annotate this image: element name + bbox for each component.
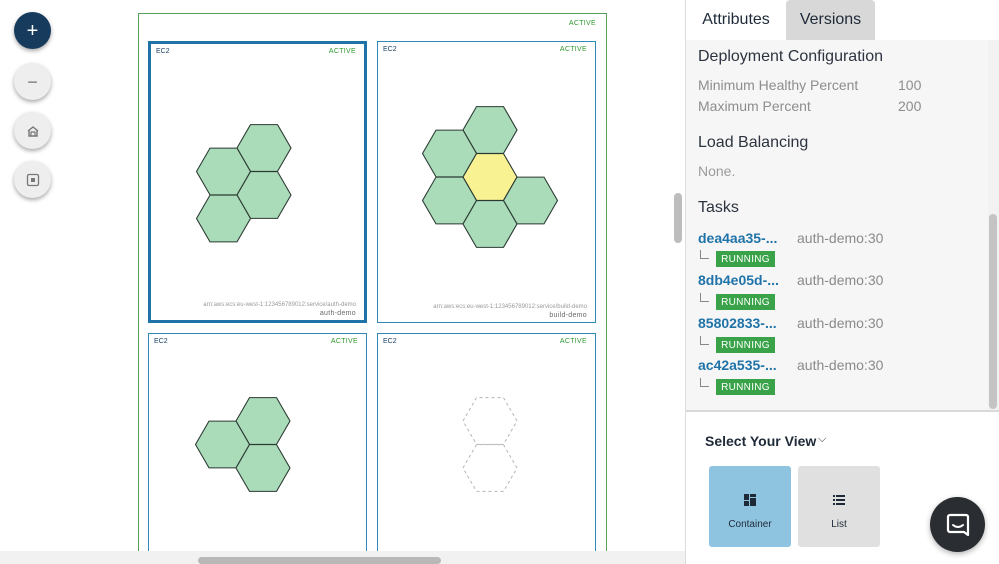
task-definition: auth-demo:30 [797, 357, 884, 373]
horizontal-scroll-thumb[interactable] [198, 557, 441, 564]
service-card-4[interactable]: EC2 ACTIVE [377, 333, 596, 558]
chat-icon [946, 513, 969, 536]
task-definition: auth-demo:30 [797, 315, 884, 331]
task-id-link[interactable]: 85802833-... [698, 315, 777, 331]
recenter-button[interactable] [14, 112, 51, 149]
task-status-badge: RUNNING [716, 294, 775, 310]
service-card-auth-demo[interactable]: EC2 ACTIVE arn:aws:ecs:eu-west-1:1234567… [148, 41, 367, 323]
service-card-3[interactable]: EC2 ACTIVE [148, 333, 367, 558]
task-id-link[interactable]: 8db4e05d-... [698, 272, 779, 288]
max-percent-label: Maximum Percent [698, 98, 811, 114]
service-card-build-demo[interactable]: EC2 ACTIVE arn:aws:ecs:eu-west-1:1234567… [377, 41, 596, 323]
tree-connector [700, 293, 709, 302]
task-status-badge: RUNNING [716, 337, 775, 353]
view-selector-label[interactable]: Select Your View [705, 433, 816, 449]
zoom-in-button[interactable]: + [14, 12, 51, 49]
fit-icon [26, 173, 39, 186]
deployment-config-title: Deployment Configuration [698, 48, 883, 65]
container-view-button[interactable]: Container [709, 466, 791, 547]
details-panel: Attributes Versions Deployment Configura… [686, 0, 999, 564]
task-definition: auth-demo:30 [797, 230, 884, 246]
fit-view-button[interactable] [14, 161, 51, 198]
min-healthy-value: 100 [898, 77, 922, 93]
service-arn: arn:aws:ecs:eu-west-1:123456789012:servi… [433, 304, 587, 310]
minus-icon: − [27, 71, 38, 92]
chevron-down-icon[interactable]: ⌵ [818, 433, 826, 446]
tab-versions[interactable]: Versions [786, 0, 875, 40]
list-view-button[interactable]: List [798, 466, 880, 547]
panel-tabs: Attributes Versions [686, 0, 999, 40]
cluster-status: ACTIVE [568, 20, 596, 27]
tree-connector [700, 378, 709, 387]
load-balancing-title: Load Balancing [698, 134, 809, 151]
zoom-out-button[interactable]: − [14, 63, 51, 100]
task-id-link[interactable]: dea4aa35-... [698, 230, 777, 246]
max-percent-value: 200 [898, 98, 922, 114]
tasks-title: Tasks [698, 199, 739, 216]
vertical-scroll-thumb[interactable] [674, 193, 682, 243]
task-hex-group [194, 397, 291, 492]
tab-attributes[interactable]: Attributes [686, 0, 786, 40]
task-hex-group [195, 124, 292, 243]
chat-launcher-button[interactable] [930, 497, 985, 552]
placeholder-hex [462, 397, 518, 445]
list-view-label: List [831, 519, 847, 530]
task-hex-group [462, 397, 518, 492]
panel-scroll-thumb[interactable] [989, 214, 997, 409]
tree-connector [700, 336, 709, 345]
grid-icon [744, 494, 756, 506]
service-name: auth-demo [319, 310, 356, 317]
list-icon [833, 495, 845, 505]
task-definition: auth-demo:30 [797, 272, 884, 288]
service-map-canvas[interactable]: + − ACTIVE EC2 ACTIVE arn:aws:ecs:eu-wes… [0, 0, 685, 564]
task-hex-group [421, 106, 559, 248]
container-view-label: Container [728, 519, 772, 530]
task-id-link[interactable]: ac42a535-... [698, 357, 777, 373]
placeholder-hex [462, 444, 518, 492]
task-status-badge: RUNNING [716, 251, 775, 267]
service-arn: arn:aws:ecs:eu-west-1:123456789012:servi… [203, 302, 356, 308]
recenter-icon [27, 125, 38, 137]
min-healthy-label: Minimum Healthy Percent [698, 77, 859, 93]
plus-icon: + [26, 19, 39, 42]
service-name: build-demo [549, 312, 587, 319]
load-balancing-value: None. [698, 163, 736, 179]
details-scroll-area[interactable]: Deployment Configuration Minimum Healthy… [686, 40, 999, 410]
tree-connector [700, 250, 709, 259]
task-status-badge: RUNNING [716, 379, 775, 395]
